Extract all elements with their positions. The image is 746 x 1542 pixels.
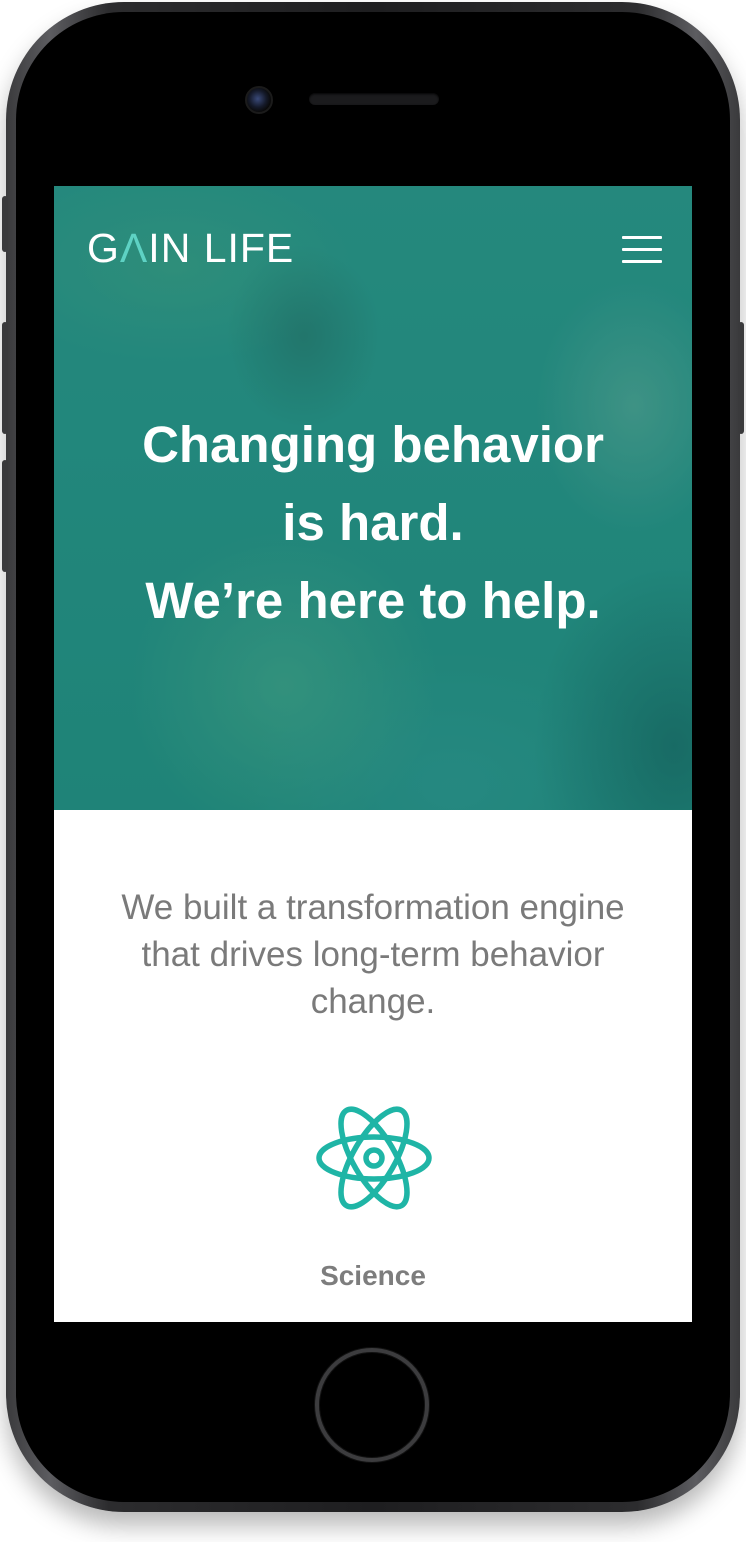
logo-accent: Λ — [119, 225, 149, 271]
home-button[interactable] — [315, 1348, 429, 1462]
hero-section: GΛIN LIFE Changing behavior is hard. We’… — [54, 186, 692, 810]
earpiece-speaker — [309, 93, 439, 105]
intro-text: We built a transformation engine that dr… — [121, 888, 625, 1021]
volume-down-button — [2, 460, 8, 572]
hamburger-menu-icon[interactable] — [622, 236, 662, 264]
logo-text-end: IN LIFE — [148, 225, 295, 271]
logo-text-start: G — [87, 225, 120, 271]
hero-title-line-3: We’re here to help. — [145, 572, 601, 629]
front-camera — [245, 86, 273, 114]
mute-switch — [2, 196, 8, 252]
hero-title-line-2: is hard. — [282, 494, 464, 551]
screen: GΛIN LIFE Changing behavior is hard. We’… — [54, 186, 692, 1322]
menu-bar-bottom — [622, 260, 662, 263]
menu-bar-top — [622, 236, 662, 239]
feature-label-science: Science — [320, 1260, 426, 1291]
power-button — [738, 322, 744, 434]
atom-icon — [316, 1106, 432, 1210]
hero-title-line-1: Changing behavior — [142, 416, 604, 473]
menu-bar-middle — [622, 248, 662, 251]
logo[interactable]: GΛIN LIFE — [87, 228, 294, 269]
hero-title: Changing behavior is hard. We’re here to… — [54, 406, 692, 640]
volume-up-button — [2, 322, 8, 434]
